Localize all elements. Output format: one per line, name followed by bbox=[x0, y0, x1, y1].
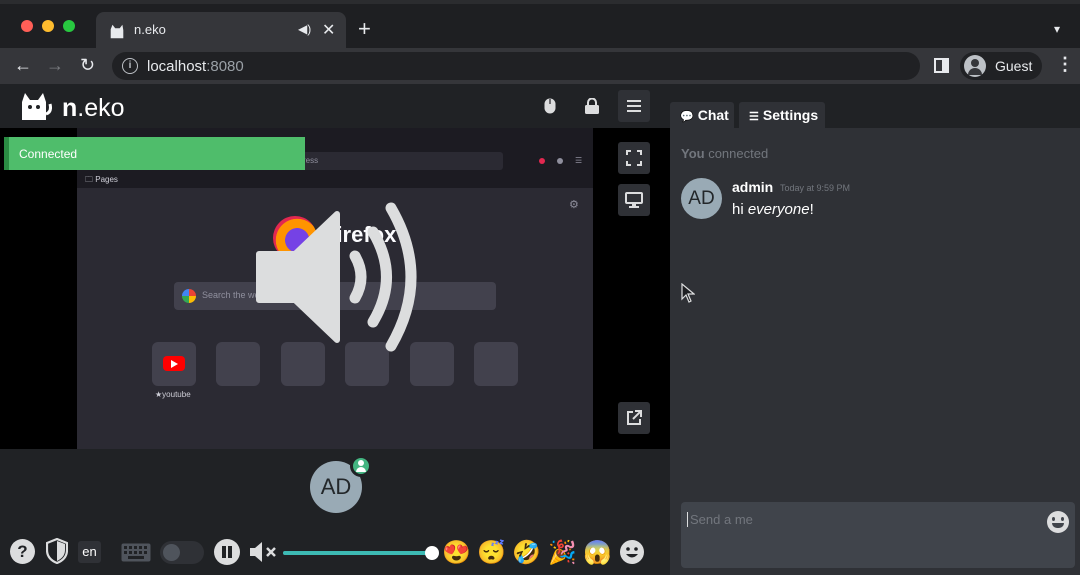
back-arrow-icon[interactable]: ← bbox=[14, 54, 32, 76]
emoji-scream[interactable]: 😱 bbox=[583, 538, 612, 566]
menu-icon[interactable] bbox=[618, 90, 650, 122]
keyboard-icon[interactable] bbox=[121, 543, 151, 567]
message-text-after: ! bbox=[809, 201, 814, 218]
remote-top-site-empty bbox=[216, 342, 260, 386]
address-host: localhost bbox=[147, 58, 207, 75]
browser-toolbar: ← → ↻ i localhost:8080 Guest ⋮ bbox=[0, 48, 1080, 84]
remote-top-site-youtube bbox=[152, 342, 196, 386]
profile-button[interactable]: Guest bbox=[960, 52, 1042, 80]
remote-video[interactable]: ress ☰ 🗀 Pages ⚙ Firefox Search the web bbox=[0, 128, 670, 449]
notification-text: Connected bbox=[19, 147, 78, 161]
chat-bubble-icon: 💬 bbox=[680, 111, 694, 123]
profile-avatar-icon bbox=[964, 55, 986, 77]
volume-slider[interactable] bbox=[283, 546, 439, 560]
window-maximize-button[interactable] bbox=[63, 20, 75, 32]
emoji-picker-icon[interactable] bbox=[619, 539, 645, 571]
main-area: n.eko ress ☰ 🗀 Pages ⚙ Firefox Search th… bbox=[0, 84, 670, 575]
chat-input-placeholder: Send a me bbox=[687, 512, 753, 527]
remote-top-site-label: ★youtube bbox=[155, 390, 191, 399]
message-text-emphasis: everyone bbox=[747, 201, 810, 218]
info-icon[interactable]: i bbox=[122, 58, 138, 74]
emoji-sleeping[interactable]: 😴 bbox=[477, 538, 506, 566]
speaker-volume-icon[interactable] bbox=[255, 196, 420, 356]
window-minimize-button[interactable] bbox=[42, 20, 54, 32]
more-options-icon[interactable]: ⋮ bbox=[1056, 54, 1074, 75]
monitor-icon[interactable] bbox=[618, 184, 650, 216]
message-text: hi everyone! bbox=[732, 201, 814, 218]
controls-area: AD ? en 😍 😴 🤣 🎉 😱 bbox=[0, 449, 670, 575]
new-tab-button[interactable]: + bbox=[358, 18, 371, 40]
host-user-icon bbox=[350, 455, 372, 477]
control-toggle-switch[interactable] bbox=[160, 541, 204, 564]
tab-settings[interactable]: ☰ Settings bbox=[739, 102, 825, 128]
emoji-rofl[interactable]: 🤣 bbox=[512, 538, 541, 566]
panel-tabs: 💬 Chat ☰ Settings bbox=[670, 84, 1080, 128]
forward-arrow-icon[interactable]: → bbox=[46, 54, 64, 76]
mouse-cursor-icon bbox=[681, 283, 695, 303]
sliders-icon: ☰ bbox=[749, 111, 759, 123]
logo-prefix: n bbox=[62, 94, 78, 122]
side-panel: 💬 Chat ☰ Settings You connected AD admin T… bbox=[670, 84, 1080, 575]
remote-top-site-empty bbox=[474, 342, 518, 386]
tab-title: n.eko bbox=[134, 22, 166, 37]
tab-chat-label: Chat bbox=[697, 107, 729, 123]
message-text-before: hi bbox=[732, 201, 748, 218]
fullscreen-icon[interactable] bbox=[618, 142, 650, 174]
tab-settings-label: Settings bbox=[762, 107, 819, 123]
remote-record-icon bbox=[539, 158, 545, 164]
emoji-heart-eyes[interactable]: 😍 bbox=[442, 538, 471, 566]
chat-status-message: You connected bbox=[681, 146, 768, 161]
remote-extension-icon bbox=[557, 158, 563, 164]
youtube-icon bbox=[163, 356, 185, 371]
address-port: :8080 bbox=[206, 58, 244, 75]
browser-tab-neko[interactable]: n.eko ◀) ✕ bbox=[96, 12, 346, 52]
address-bar[interactable]: i localhost:8080 bbox=[112, 52, 920, 80]
chevron-down-icon[interactable]: ▾ bbox=[1054, 22, 1060, 36]
language-selector[interactable]: en bbox=[78, 541, 101, 563]
app-header: n.eko bbox=[0, 84, 670, 128]
reload-icon[interactable]: ↻ bbox=[80, 54, 95, 76]
shield-icon[interactable] bbox=[45, 537, 69, 569]
neko-cat-icon bbox=[110, 24, 124, 39]
remote-bookmark-folder: 🗀 Pages bbox=[85, 175, 118, 184]
chat-status-text: connected bbox=[704, 146, 769, 161]
logo-suffix: .eko bbox=[77, 94, 125, 122]
volume-mute-icon[interactable] bbox=[249, 540, 279, 569]
chat-message-input[interactable]: Send a me bbox=[681, 502, 1075, 568]
window-close-button[interactable] bbox=[21, 20, 33, 32]
remote-bookmark-folder-label: Pages bbox=[95, 175, 118, 184]
message-username: admin bbox=[732, 179, 774, 195]
remote-menu-icon: ☰ bbox=[575, 156, 583, 165]
address-url: localhost:8080 bbox=[147, 58, 244, 75]
message-timestamp: Today at 9:59 PM bbox=[780, 183, 851, 193]
lock-icon[interactable] bbox=[578, 92, 606, 120]
help-icon[interactable]: ? bbox=[10, 539, 35, 564]
speaker-icon[interactable]: ◀) bbox=[298, 22, 311, 36]
tab-close-button[interactable]: ✕ bbox=[322, 20, 335, 40]
neko-app: n.eko ress ☰ 🗀 Pages ⚙ Firefox Search th… bbox=[0, 84, 1080, 575]
connected-notification: Connected bbox=[4, 137, 305, 170]
google-icon bbox=[182, 289, 196, 303]
neko-logo-icon bbox=[22, 93, 52, 120]
gear-icon: ⚙ bbox=[569, 199, 579, 211]
volume-slider-handle[interactable] bbox=[424, 546, 439, 560]
volume-slider-fill bbox=[283, 551, 432, 555]
app-logo-text: n.eko bbox=[62, 94, 125, 123]
external-link-icon[interactable] bbox=[618, 402, 650, 434]
remote-bookmarks-bar: 🗀 Pages bbox=[77, 172, 593, 188]
emoji-party-popper[interactable]: 🎉 bbox=[548, 538, 577, 566]
browser-tab-bar: n.eko ◀) ✕ + ▾ bbox=[0, 0, 1080, 52]
pause-icon[interactable] bbox=[214, 539, 240, 565]
mouse-icon[interactable] bbox=[536, 92, 564, 120]
message-avatar: AD bbox=[681, 178, 722, 219]
profile-name: Guest bbox=[995, 58, 1033, 74]
emoji-icon[interactable] bbox=[1047, 511, 1069, 533]
tab-chat[interactable]: 💬 Chat bbox=[670, 102, 734, 128]
chat-status-user: You bbox=[681, 146, 705, 161]
side-panel-icon[interactable] bbox=[934, 58, 949, 73]
